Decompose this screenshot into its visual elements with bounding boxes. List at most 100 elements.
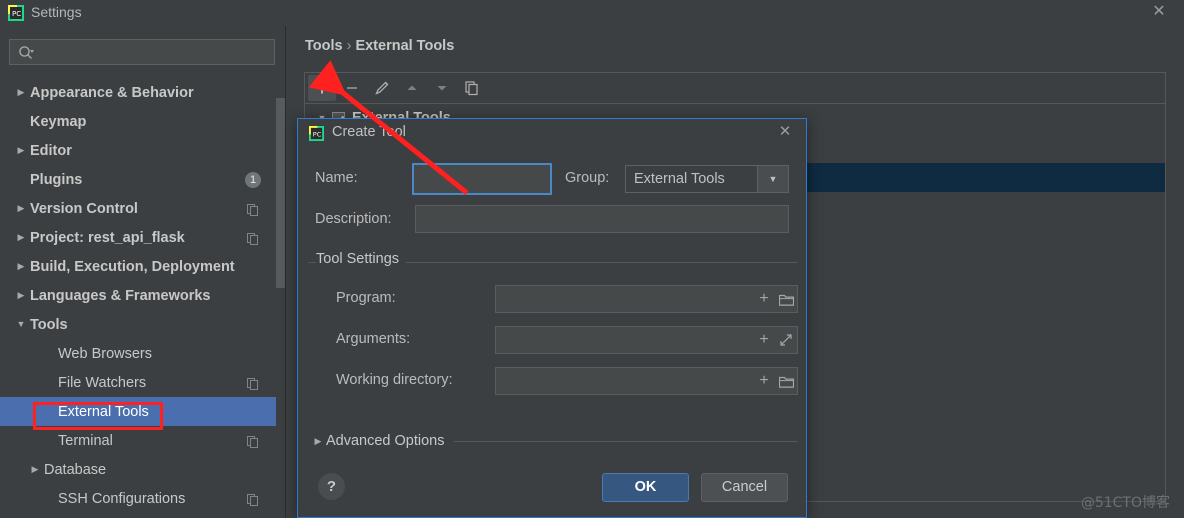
sidebar-item-editor[interactable]: ▶ Editor — [0, 136, 285, 165]
arguments-input[interactable] — [496, 327, 746, 353]
move-down-button[interactable] — [428, 75, 456, 101]
copy-icon — [247, 435, 259, 448]
sidebar-item-label: Tools — [30, 316, 68, 333]
working-directory-row: Working directory: + — [308, 367, 798, 395]
sidebar-item-keymap[interactable]: Keymap — [0, 107, 285, 136]
plus-icon[interactable]: + — [753, 329, 775, 351]
search-icon — [17, 44, 35, 62]
program-input[interactable] — [496, 286, 746, 312]
working-directory-field[interactable]: + — [495, 367, 798, 395]
chevron-right-icon[interactable]: ▶ — [14, 262, 28, 271]
chevron-right-icon[interactable]: ▶ — [14, 146, 28, 155]
sidebar-item-languages-frameworks[interactable]: ▶ Languages & Frameworks — [0, 281, 285, 310]
sidebar-item-label: Editor — [30, 142, 72, 159]
program-field[interactable]: + — [495, 285, 798, 313]
chevron-right-icon[interactable]: ▶ — [310, 436, 326, 447]
sidebar-item-external-tools[interactable]: External Tools — [0, 397, 285, 426]
chevron-down-icon[interactable]: ▼ — [757, 166, 788, 192]
settings-window: PC Settings ✕ ▶ Appearance & Behavior Keym… — [0, 0, 1184, 518]
chevron-right-icon[interactable]: ▶ — [28, 465, 42, 474]
copy-button[interactable] — [458, 75, 486, 101]
sidebar-item-label: Project: rest_api_flask — [30, 229, 185, 246]
arguments-field[interactable]: + — [495, 326, 798, 354]
copy-icon — [247, 232, 259, 245]
breadcrumb-parent[interactable]: Tools — [305, 38, 343, 54]
expand-icon[interactable] — [775, 329, 797, 351]
group-selected-value: External Tools — [634, 171, 725, 187]
sidebar-item-ssh-configurations[interactable]: SSH Configurations — [0, 484, 285, 513]
dialog-title: Create Tool — [332, 124, 406, 140]
folder-icon[interactable] — [775, 288, 797, 310]
sidebar-item-label: Appearance & Behavior — [30, 84, 194, 101]
remove-button[interactable] — [338, 75, 366, 101]
search-box[interactable] — [9, 39, 275, 65]
dialog-footer: ? OK Cancel — [298, 473, 806, 503]
move-up-button[interactable] — [398, 75, 426, 101]
sidebar-item-file-watchers[interactable]: File Watchers — [0, 368, 285, 397]
sidebar-item-tools[interactable]: ▼ Tools — [0, 310, 285, 339]
sidebar-item-database[interactable]: ▶ Database — [0, 455, 285, 484]
svg-text:PC: PC — [12, 10, 21, 18]
sidebar-item-label: SSH Configurations — [58, 490, 186, 507]
sidebar-item-label: Build, Execution, Deployment — [30, 258, 235, 275]
arguments-row: Arguments: + — [308, 326, 798, 354]
create-tool-dialog: PC Create Tool ✕ Name: Group: External T… — [297, 118, 807, 518]
settings-sidebar: ▶ Appearance & Behavior Keymap ▶ Editor Plugi… — [0, 26, 285, 518]
working-directory-label: Working directory: — [336, 372, 453, 388]
tool-settings-legend: Tool Settings — [316, 251, 407, 267]
window-titlebar: PC Settings ✕ — [0, 0, 1184, 26]
name-label: Name: — [315, 170, 358, 186]
help-button[interactable]: ? — [318, 473, 345, 500]
program-row: Program: + — [308, 285, 798, 313]
arguments-label: Arguments: — [336, 331, 411, 347]
chevron-down-icon[interactable]: ▼ — [14, 320, 28, 329]
sidebar-item-project-rest-api-flask[interactable]: ▶ Project: rest_api_flask — [0, 223, 285, 252]
tool-settings-group: Tool Settings Program: + Arguments: + Wo… — [308, 251, 798, 411]
plus-icon[interactable]: + — [753, 288, 775, 310]
group-select[interactable]: External Tools ▼ — [625, 165, 789, 193]
folder-icon[interactable] — [775, 370, 797, 392]
plus-icon[interactable]: + — [753, 370, 775, 392]
advanced-options-toggle[interactable]: ▶ Advanced Options — [310, 431, 798, 451]
cancel-button[interactable]: Cancel — [701, 473, 788, 502]
svg-text:PC: PC — [313, 130, 322, 138]
close-icon[interactable]: ✕ — [776, 123, 794, 141]
chevron-right-icon[interactable]: ▶ — [14, 204, 28, 213]
sidebar-item-label: External Tools — [58, 403, 149, 420]
close-icon[interactable]: ✕ — [1150, 3, 1168, 21]
sidebar-item-version-control[interactable]: ▶ Version Control — [0, 194, 285, 223]
window-title: Settings — [31, 4, 82, 20]
chevron-right-icon[interactable]: ▶ — [14, 291, 28, 300]
working-directory-input[interactable] — [496, 368, 746, 394]
sidebar-item-label: Terminal — [58, 432, 113, 449]
sidebar-item-label: File Watchers — [58, 374, 147, 391]
edit-button[interactable] — [368, 75, 396, 101]
name-input[interactable] — [412, 163, 552, 195]
dialog-titlebar: PC Create Tool ✕ — [298, 119, 806, 149]
sidebar-item-label: Plugins — [30, 171, 83, 188]
sidebar-item-label: Database — [44, 461, 107, 478]
sidebar-scrollbar-thumb[interactable] — [276, 98, 285, 288]
chevron-right-icon[interactable]: ▶ — [14, 88, 28, 97]
advanced-divider — [453, 440, 798, 442]
plugins-update-badge: 1 — [245, 171, 261, 188]
sidebar-item-appearance-behavior[interactable]: ▶ Appearance & Behavior — [0, 78, 285, 107]
sidebar-item-label: Languages & Frameworks — [30, 287, 211, 304]
sidebar-item-build-execution-deployment[interactable]: ▶ Build, Execution, Deployment — [0, 252, 285, 281]
sidebar-item-label: Version Control — [30, 200, 138, 217]
sidebar-item-web-browsers[interactable]: Web Browsers — [0, 339, 285, 368]
add-button[interactable] — [308, 75, 336, 101]
name-row: Name: Group: External Tools ▼ — [298, 163, 806, 195]
search-input[interactable] — [40, 43, 272, 65]
sidebar-item-plugins[interactable]: Plugins 1 — [0, 165, 285, 194]
copy-icon — [247, 493, 259, 506]
description-row: Description: — [298, 205, 806, 235]
breadcrumb: Tools › External Tools — [305, 38, 454, 54]
chevron-right-icon[interactable]: ▶ — [14, 233, 28, 242]
sidebar-item-label: Keymap — [30, 113, 87, 130]
settings-tree: ▶ Appearance & Behavior Keymap ▶ Editor Plugi… — [0, 78, 285, 518]
pycharm-icon: PC — [8, 5, 24, 21]
sidebar-item-terminal[interactable]: Terminal — [0, 426, 285, 455]
ok-button[interactable]: OK — [602, 473, 689, 502]
description-input[interactable] — [415, 205, 789, 233]
